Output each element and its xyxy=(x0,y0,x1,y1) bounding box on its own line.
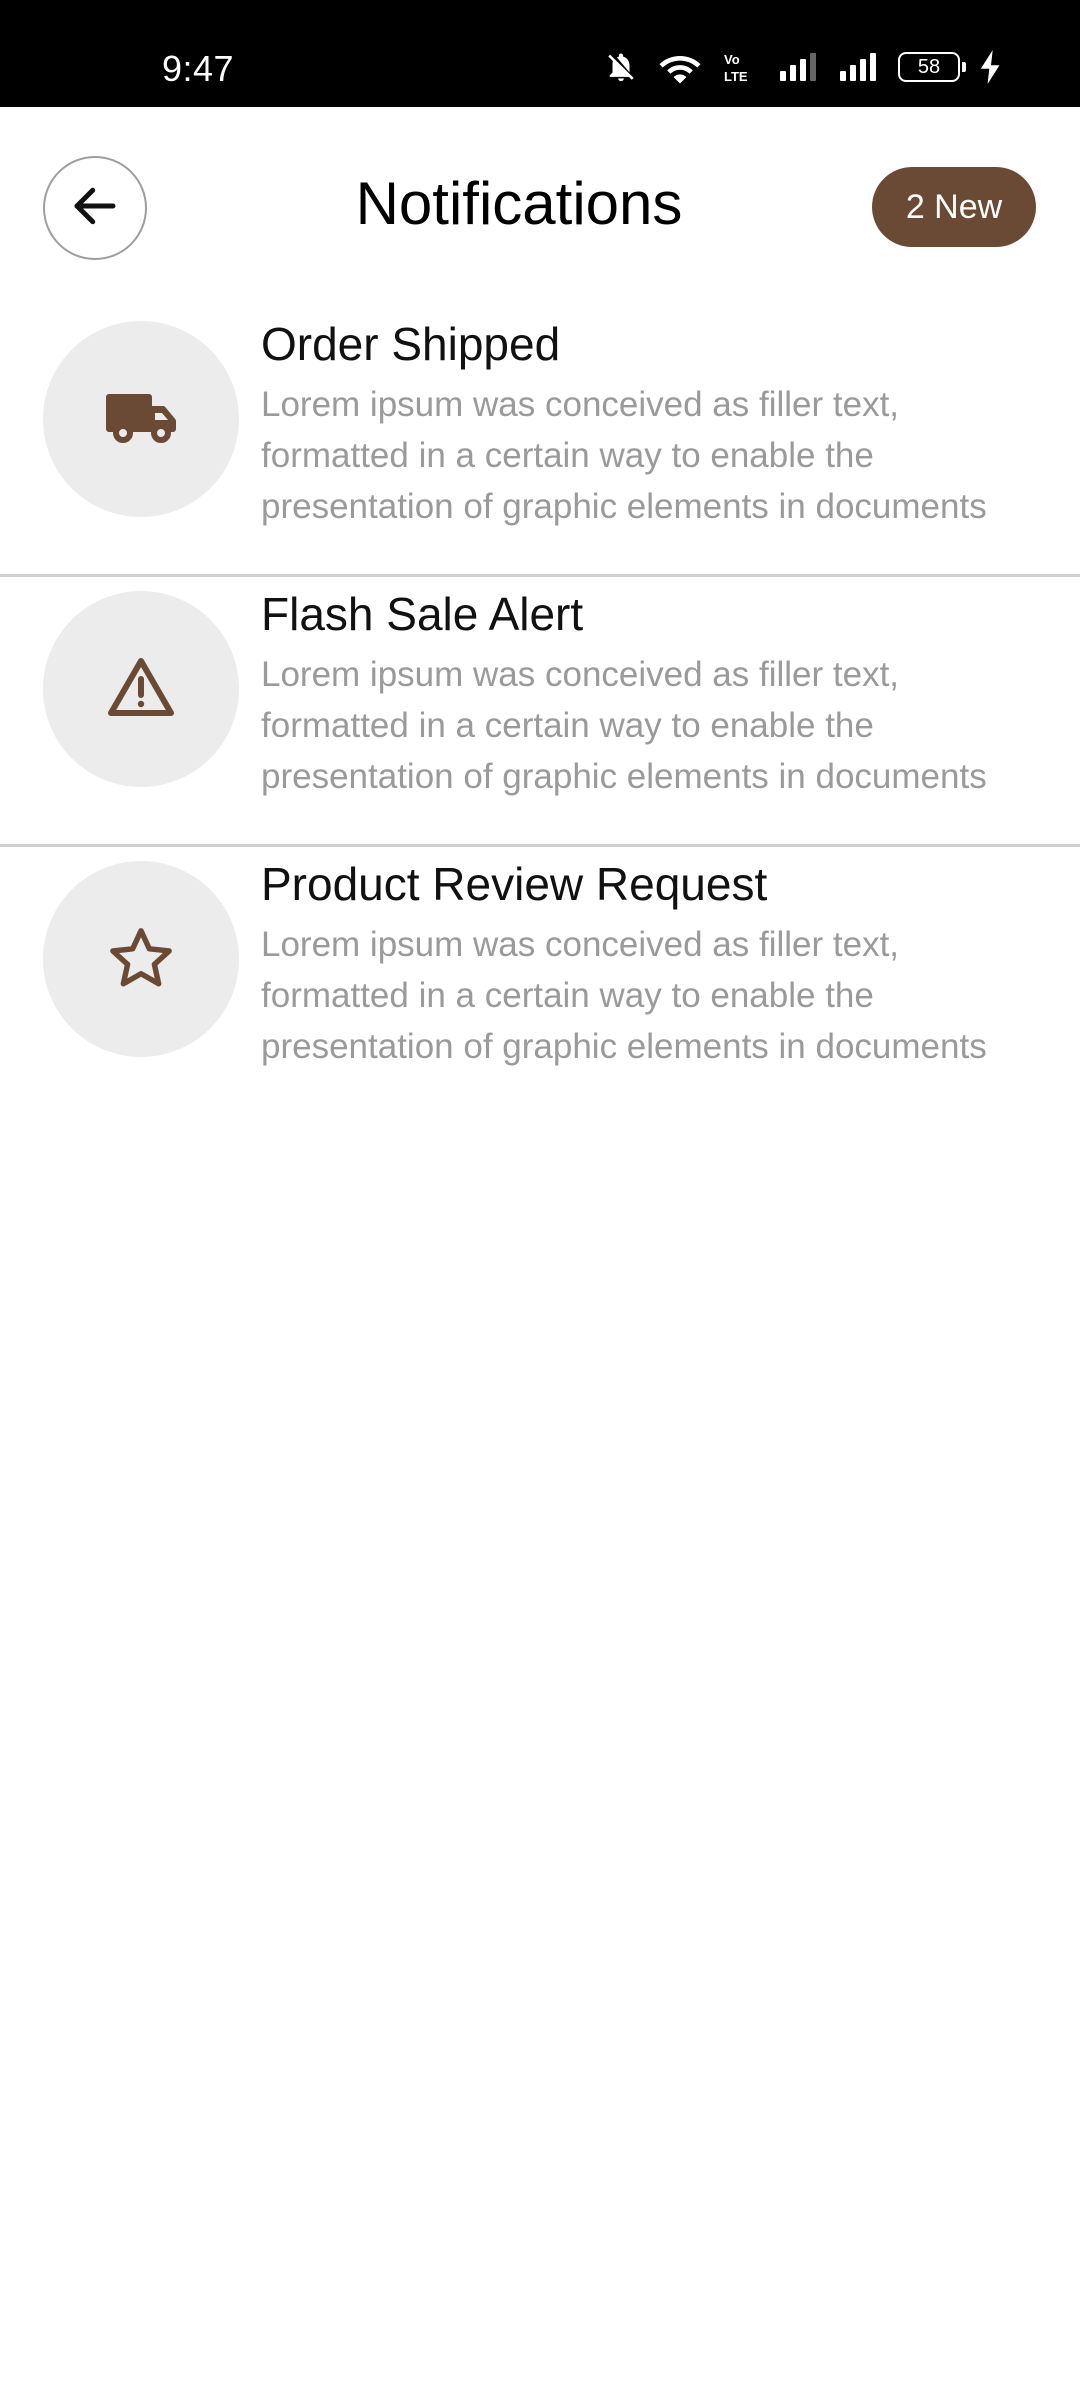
notification-item[interactable]: Flash Sale Alert Lorem ipsum was conceiv… xyxy=(0,577,1080,847)
battery-icon: 58 xyxy=(898,52,966,82)
new-count-badge: 2 New xyxy=(872,167,1036,247)
bell-off-icon xyxy=(604,50,638,84)
notification-body: Lorem ipsum was conceived as filler text… xyxy=(261,385,987,526)
status-bar: 9:47 Vo LTE 58 xyxy=(0,0,1080,107)
notification-body: Lorem ipsum was conceived as filler text… xyxy=(261,925,987,1066)
app-header: Notifications 2 New xyxy=(0,107,1080,307)
signal-icon xyxy=(778,51,818,83)
notification-body: Lorem ipsum was conceived as filler text… xyxy=(261,655,987,796)
status-time: 9:47 xyxy=(162,48,235,89)
notification-icon-circle xyxy=(43,591,239,787)
signal-icon xyxy=(838,51,878,83)
warning-icon xyxy=(105,655,177,724)
notification-title: Flash Sale Alert xyxy=(261,588,584,640)
notification-title: Product Review Request xyxy=(261,858,768,910)
notification-icon-circle xyxy=(43,861,239,1057)
notification-list: Order Shipped Lorem ipsum was conceived … xyxy=(0,307,1080,1117)
wifi-icon xyxy=(658,50,702,84)
volte-icon: Vo LTE xyxy=(722,50,758,84)
notification-icon-circle xyxy=(43,321,239,517)
svg-text:Vo: Vo xyxy=(724,52,740,67)
svg-text:LTE: LTE xyxy=(724,69,748,84)
star-icon xyxy=(108,925,174,994)
notification-item[interactable]: Order Shipped Lorem ipsum was conceived … xyxy=(0,307,1080,577)
notification-item[interactable]: Product Review Request Lorem ipsum was c… xyxy=(0,847,1080,1117)
charging-icon xyxy=(980,50,1002,84)
status-icons: Vo LTE 58 xyxy=(604,50,1002,84)
notification-title: Order Shipped xyxy=(261,318,561,370)
truck-icon xyxy=(105,389,177,450)
